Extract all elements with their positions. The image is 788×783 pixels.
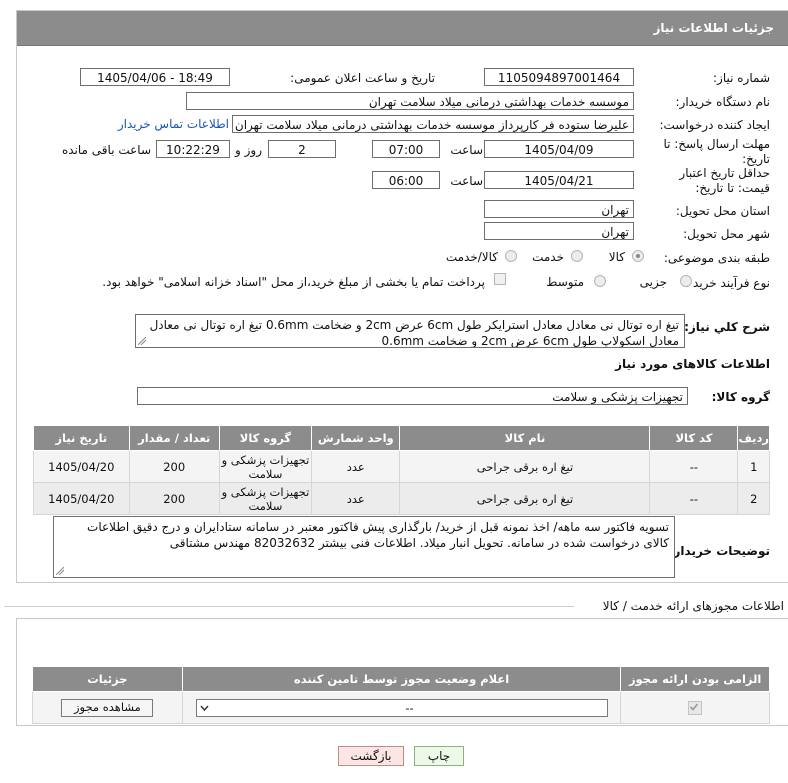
days-label: روز و (235, 143, 262, 157)
buyer-notes-label: توضیحات خریدار: (668, 544, 770, 558)
cell-unit: عدد (311, 482, 401, 515)
col-group: گروه کالا (218, 425, 313, 451)
cell-row-number: 1 (737, 450, 770, 483)
cell-need-date: 1405/04/20 (33, 482, 130, 515)
cell-quantity: 200 (128, 482, 220, 515)
col-row-number: ردیف (737, 425, 770, 451)
category-radio-service[interactable] (571, 250, 583, 262)
category-option-goods-service: کالا/خدمت (445, 250, 498, 264)
province-label: استان محل تحویل: (675, 204, 770, 218)
permits-table: الزامی بودن ارائه مجوز اعلام وضعیت مجوز … (32, 666, 770, 724)
validity-label: حداقل تاریخ اعتبار قیمت: تا تاریخ: (679, 166, 770, 195)
resize-grip-icon (138, 337, 146, 345)
checkmark-icon (690, 703, 699, 711)
cell-need-date: 1405/04/20 (33, 450, 130, 483)
print-button[interactable]: چاپ (414, 746, 464, 766)
deadline-date-field: 1405/04/09 (484, 140, 634, 158)
goods-table-header: ردیف کد کالا نام کالا واحد شمارش گروه کا… (33, 425, 770, 451)
deadline-time-field: 07:00 (372, 140, 440, 158)
process-radio-medium[interactable] (594, 275, 606, 287)
creator-field: علیرضا ستوده فر کارپرداز موسسه خدمات بهد… (232, 115, 634, 133)
permits-table-header: الزامی بودن ارائه مجوز اعلام وضعیت مجوز … (32, 666, 770, 692)
col-unit: واحد شمارش (311, 425, 401, 451)
description-label: شرح کلي نياز: (684, 320, 770, 334)
cell-group: تجهیزات پزشکی و سلامت (218, 450, 313, 483)
category-radio-goods-service[interactable] (505, 250, 517, 262)
category-radio-goods[interactable] (632, 250, 644, 262)
permit-required-checkbox[interactable] (688, 700, 703, 715)
city-label: شهر محل تحویل: (683, 227, 770, 241)
buyer-org-label: نام دستگاه خریدار: (675, 95, 771, 109)
creator-label: ایجاد کننده درخواست: (659, 118, 770, 132)
announce-datetime-field: 1405/04/06 - 18:49 (80, 68, 230, 86)
permit-status-select[interactable]: -- (195, 698, 608, 717)
cell-item-code: -- (649, 482, 739, 515)
process-radio-partial[interactable] (680, 275, 692, 287)
permits-title: اطلاعات مجوزهای ارائه خدمت / کالا (602, 599, 784, 613)
process-option-partial: جزیی (639, 275, 667, 289)
description-textarea[interactable]: تیغ اره توتال نی معادل معادل استرایکر طو… (135, 314, 685, 348)
remaining-time-field: 10:22:29 (156, 140, 230, 158)
process-option-medium: متوسط (546, 275, 584, 289)
goods-section-title: اطلاعات کالاهای مورد نیاز (615, 357, 770, 371)
province-field: تهران (484, 200, 634, 218)
cell-row-number: 2 (737, 482, 770, 515)
cell-item-name: تیغ اره برقی جراحی (399, 482, 651, 515)
category-option-goods: کالا (608, 250, 625, 264)
cell-permit-status: -- (181, 691, 622, 724)
col-need-date: تاریخ نیاز (33, 425, 130, 451)
days-field: 2 (268, 140, 336, 158)
panel-header: جزئیات اطلاعات نیاز (17, 11, 788, 46)
need-number-label: شماره نیاز: (713, 71, 770, 85)
resize-grip-icon (56, 567, 64, 575)
cell-item-code: -- (649, 450, 739, 483)
validity-time-label: ساعت (450, 174, 483, 188)
chevron-down-icon (200, 705, 209, 711)
table-row[interactable]: 2 -- تیغ اره برقی جراحی عدد تجهیزات پزشک… (33, 482, 770, 515)
goods-table: ردیف کد کالا نام کالا واحد شمارش گروه کا… (33, 425, 770, 515)
buyer-notes-textarea[interactable]: تسویه فاکتور سه ماهه/ اخذ نمونه قبل از خ… (53, 516, 675, 578)
need-number-field: 1105094897001464 (484, 68, 634, 86)
col-permit-required: الزامی بودن ارائه مجوز (620, 666, 770, 692)
validity-date-field: 1405/04/21 (484, 171, 634, 189)
col-quantity: تعداد / مقدار (128, 425, 220, 451)
buyer-org-field: موسسه خدمات بهداشتی درمانی میلاد سلامت ت… (186, 92, 634, 110)
remaining-label: ساعت باقی مانده (61, 143, 151, 157)
cell-unit: عدد (311, 450, 401, 483)
cell-quantity: 200 (128, 450, 220, 483)
permits-title-divider (4, 606, 574, 607)
deadline-time-label: ساعت (450, 143, 483, 157)
cell-group: تجهیزات پزشکی و سلامت (218, 482, 313, 515)
buyer-contact-link[interactable]: اطلاعات تماس خریدار (118, 117, 229, 131)
col-item-code: کد کالا (649, 425, 739, 451)
col-permit-details: جزئیات (32, 666, 183, 692)
category-label: طبقه بندی موضوعی: (663, 251, 770, 265)
table-row[interactable]: 1 -- تیغ اره برقی جراحی عدد تجهیزات پزشک… (33, 450, 770, 483)
validity-time-field: 06:00 (372, 171, 440, 189)
city-field: تهران (484, 222, 634, 240)
process-label: نوع فرآیند خرید : (685, 276, 770, 290)
treasury-checkbox[interactable] (494, 273, 506, 285)
goods-group-field: تجهیزات پزشکی و سلامت (137, 387, 688, 405)
col-permit-status: اعلام وضعیت مجوز توسط تامین کننده (181, 666, 622, 692)
permit-status-value: -- (405, 700, 414, 715)
description-text: تیغ اره توتال نی معادل معادل استرایکر طو… (149, 318, 679, 348)
deadline-label: مهلت ارسال پاسخ: تا تاریخ: (663, 137, 770, 166)
buyer-notes-text: تسویه فاکتور سه ماهه/ اخذ نمونه قبل از خ… (87, 520, 669, 550)
announce-label: تاریخ و ساعت اعلان عمومی: (290, 71, 435, 85)
cell-item-name: تیغ اره برقی جراحی (399, 450, 651, 483)
view-permit-button[interactable]: مشاهده مجوز (61, 698, 154, 717)
table-row: -- مشاهده مجوز (32, 691, 770, 724)
treasury-note: پرداخت تمام یا بخشی از مبلغ خرید،از محل … (102, 275, 485, 289)
goods-group-label: گروه کالا: (711, 390, 770, 404)
col-item-name: نام کالا (399, 425, 651, 451)
panel-title: جزئیات اطلاعات نیاز (653, 21, 774, 35)
cell-permit-details: مشاهده مجوز (32, 691, 183, 724)
back-button[interactable]: بازگشت (338, 746, 404, 766)
category-option-service: خدمت (532, 250, 564, 264)
cell-permit-required (620, 691, 770, 724)
